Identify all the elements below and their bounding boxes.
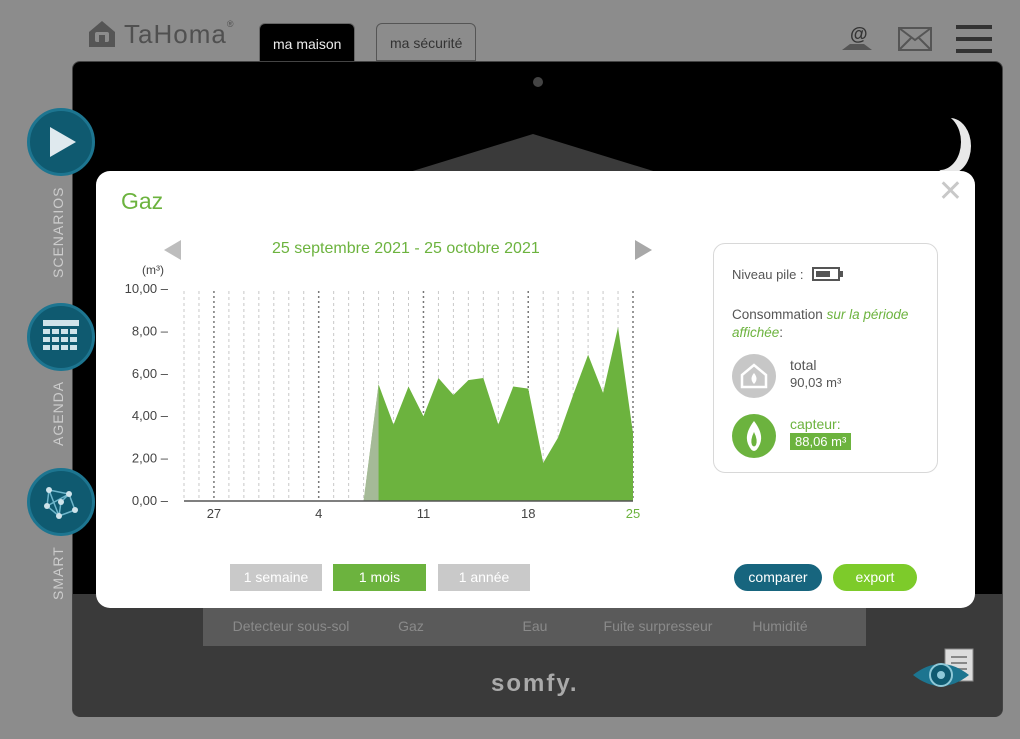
sensor-value: 88,06 m³ bbox=[790, 433, 852, 450]
y-tick-label: 10,00 – bbox=[125, 281, 169, 296]
x-tick-label: 11 bbox=[417, 506, 431, 521]
y-axis-unit-label: (m³) bbox=[142, 263, 164, 277]
agenda-button[interactable] bbox=[27, 303, 95, 371]
x-tick-label: 27 bbox=[207, 506, 221, 521]
mail-icon[interactable] bbox=[898, 27, 932, 51]
device-eau[interactable]: Eau bbox=[505, 618, 565, 634]
network-icon bbox=[44, 487, 78, 519]
house-roof bbox=[403, 134, 663, 174]
tab-ma-securite[interactable]: ma sécurité bbox=[376, 23, 477, 61]
range-1-annee-button[interactable]: 1 année bbox=[438, 564, 530, 591]
total-value: 90,03 m³ bbox=[790, 375, 842, 390]
tab-ma-maison[interactable]: ma maison bbox=[259, 23, 356, 63]
svg-text:@: @ bbox=[850, 24, 868, 44]
camera-dot bbox=[533, 77, 543, 87]
sidebar-label-smart[interactable]: SMART bbox=[50, 546, 66, 600]
contact-at-icon[interactable]: @ bbox=[840, 24, 874, 54]
sensor-label: capteur: bbox=[790, 416, 841, 432]
device-detecteur-sous-sol[interactable]: Detecteur sous-sol bbox=[231, 618, 351, 634]
consumption-info-box: Niveau pile : Consommation sur la périod… bbox=[713, 243, 938, 473]
total-label: total bbox=[790, 357, 817, 373]
hamburger-menu-icon[interactable] bbox=[956, 25, 992, 53]
logo-text: TaHoma® bbox=[124, 18, 235, 49]
device-fuite-surpresseur[interactable]: Fuite surpresseur bbox=[593, 618, 723, 634]
gas-consumption-modal: Gaz ✕ 25 septembre 2021 - 25 octobre 202… bbox=[96, 171, 975, 608]
house-logo-icon bbox=[89, 21, 115, 47]
compare-button[interactable]: comparer bbox=[734, 564, 822, 591]
modal-title: Gaz bbox=[121, 188, 164, 214]
calendar-icon bbox=[43, 320, 79, 350]
eye-view-icon[interactable] bbox=[911, 647, 977, 697]
sidebar-label-agenda[interactable]: AGENDA bbox=[50, 381, 66, 446]
device-gaz[interactable]: Gaz bbox=[381, 618, 441, 634]
battery-icon bbox=[811, 267, 843, 281]
range-1-mois-button[interactable]: 1 mois bbox=[333, 564, 426, 591]
x-tick-label: 4 bbox=[315, 506, 322, 521]
range-1-semaine-button[interactable]: 1 semaine bbox=[230, 564, 322, 591]
export-button[interactable]: export bbox=[833, 564, 917, 591]
scenarios-button[interactable] bbox=[27, 108, 95, 176]
y-tick-label: 0,00 – bbox=[132, 493, 169, 508]
tahoma-logo[interactable]: TaHoma® bbox=[86, 18, 234, 50]
somfy-brand: somfy. bbox=[491, 670, 579, 697]
y-tick-label: 4,00 – bbox=[132, 408, 169, 423]
consumption-heading: Consommation sur la période affichée: bbox=[732, 307, 909, 340]
consumption-chart: (m³) 0,00 – 2,00 – 4,00 – 6,00 – 8,00 – 10,00… bbox=[125, 263, 641, 521]
flame-sensor-icon bbox=[732, 414, 776, 458]
battery-row: Niveau pile : bbox=[732, 266, 844, 282]
smart-button[interactable] bbox=[27, 468, 95, 536]
y-tick-label: 8,00 – bbox=[132, 323, 169, 338]
y-tick-label: 6,00 – bbox=[132, 366, 169, 381]
play-icon bbox=[50, 127, 76, 157]
moon-icon bbox=[919, 114, 961, 170]
house-total-icon bbox=[732, 354, 776, 398]
device-humidite[interactable]: Humidité bbox=[745, 618, 815, 634]
y-tick-label: 2,00 – bbox=[132, 451, 169, 466]
sidebar-label-scenarios[interactable]: SCENARIOS bbox=[50, 187, 66, 278]
battery-label: Niveau pile : bbox=[732, 266, 804, 282]
close-icon[interactable]: ✕ bbox=[938, 177, 963, 207]
area-edge-shade bbox=[363, 384, 379, 501]
x-tick-label: 25 bbox=[626, 506, 640, 521]
x-tick-label: 18 bbox=[521, 506, 535, 521]
